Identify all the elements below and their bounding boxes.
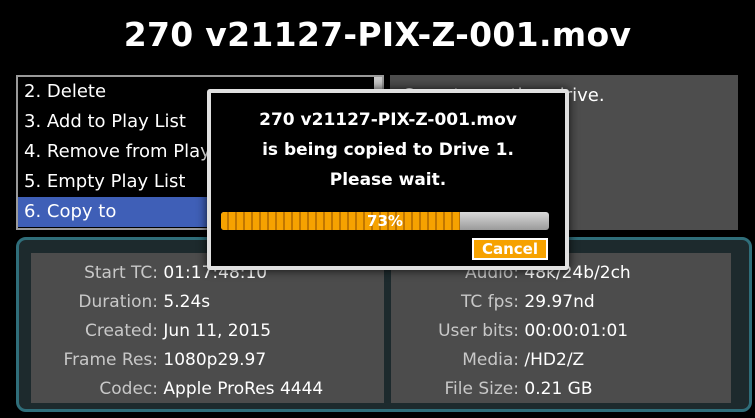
dialog-filename: 270 v21127-PIX-Z-001.mov: [259, 110, 517, 130]
info-label: Frame Res:: [63, 350, 158, 370]
info-value: 0.21 GB: [524, 379, 593, 399]
info-label: User bits:: [438, 321, 519, 341]
info-value: 00:00:01:01: [524, 321, 629, 341]
info-value: 5.24s: [163, 292, 211, 312]
dialog-status: is being copied to Drive 1.: [262, 140, 514, 160]
info-row-created: Created: Jun 11, 2015: [31, 317, 384, 346]
clip-info-right: Audio: 48k/24b/2ch TC fps: 29.97nd User …: [391, 253, 731, 403]
dialog-wait: Please wait.: [329, 170, 447, 190]
clip-title: 270 v21127-PIX-Z-001.mov: [123, 15, 632, 54]
info-value: Jun 11, 2015: [163, 321, 272, 341]
info-label: Media:: [462, 350, 519, 370]
info-label: Start TC:: [84, 263, 158, 283]
dialog-message: 270 v21127-PIX-Z-001.mov is being copied…: [211, 105, 565, 195]
info-row-media: Media: /HD2/Z: [391, 346, 731, 375]
info-value: 29.97nd: [524, 292, 595, 312]
info-value: Apple ProRes 4444: [163, 379, 324, 399]
info-row-tc-fps: TC fps: 29.97nd: [391, 288, 731, 317]
info-value: /HD2/Z: [524, 350, 585, 370]
clip-info-left: Start TC: 01:17:48:10 Duration: 5.24s Cr…: [31, 253, 384, 403]
info-row-codec: Codec: Apple ProRes 4444: [31, 375, 384, 404]
info-row-file-size: File Size: 0.21 GB: [391, 375, 731, 404]
info-label: Created:: [84, 321, 158, 341]
info-row-user-bits: User bits: 00:00:01:01: [391, 317, 731, 346]
info-value: 1080p29.97: [163, 350, 267, 370]
cancel-button[interactable]: Cancel: [472, 238, 548, 260]
copy-progress-dialog: 270 v21127-PIX-Z-001.mov is being copied…: [207, 89, 569, 270]
info-row-frame-res: Frame Res: 1080p29.97: [31, 346, 384, 375]
progress-percent: 73%: [367, 212, 403, 230]
progress-bar: 73%: [221, 212, 549, 230]
info-label: Codec:: [99, 379, 158, 399]
info-label: File Size:: [444, 379, 519, 399]
info-row-duration: Duration: 5.24s: [31, 288, 384, 317]
info-label: Duration:: [78, 292, 158, 312]
info-label: TC fps:: [460, 292, 519, 312]
